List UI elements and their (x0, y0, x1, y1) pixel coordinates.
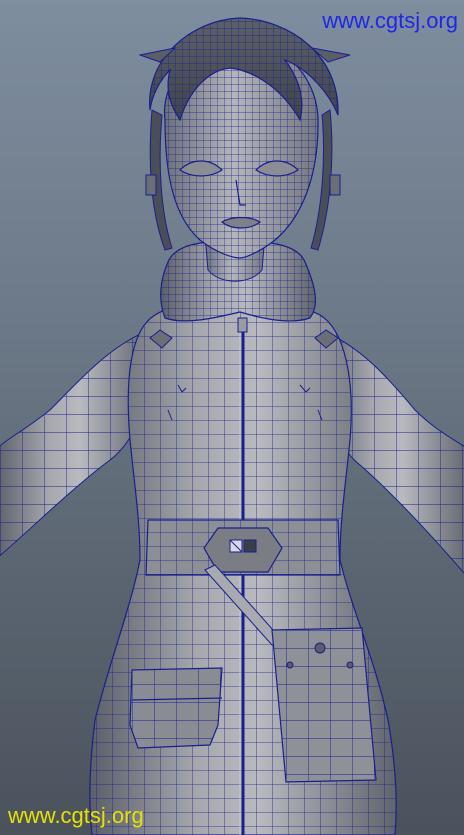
pouch-icon (271, 627, 377, 783)
watermark-top: www.cgtsj.org (322, 8, 458, 33)
watermark-bottom: www.cgtsj.org (8, 803, 144, 828)
wireframe-model (0, 17, 464, 835)
left-arm (0, 329, 151, 557)
3d-viewport: www.cgtsj.org www.cgtsj.org (0, 0, 464, 835)
pocket-icon (129, 667, 223, 749)
